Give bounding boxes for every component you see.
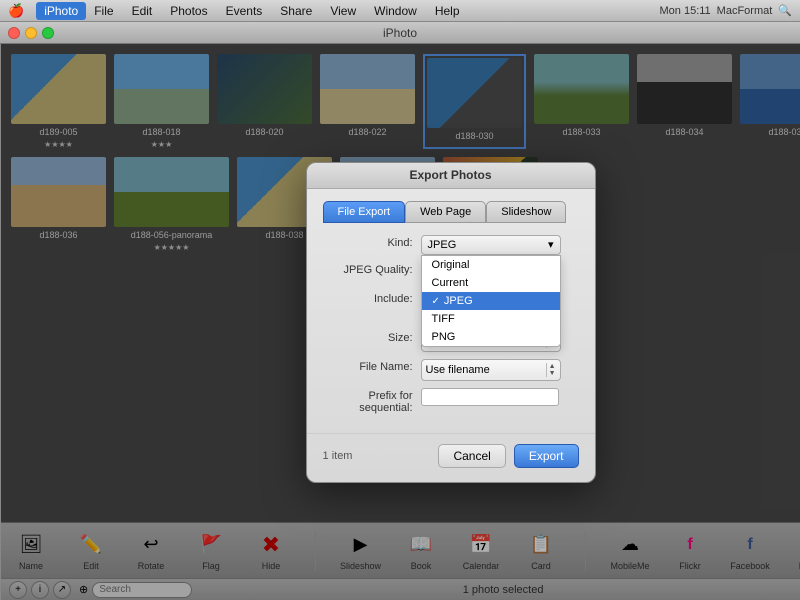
dialog-buttons: Cancel Export <box>438 444 578 468</box>
maximize-button[interactable] <box>42 27 54 39</box>
include-label: Include: <box>323 291 413 305</box>
stepper-up-icon[interactable]: ▲ <box>549 363 556 370</box>
menu-item-help[interactable]: Help <box>427 2 468 20</box>
kind-dropdown-btn[interactable]: JPEG ▾ <box>421 235 561 255</box>
chevron-down-icon: ▾ <box>548 238 554 251</box>
apple-logo-icon[interactable]: 🍎 <box>8 3 24 19</box>
menu-item-file[interactable]: File <box>86 2 121 20</box>
filename-label: File Name: <box>323 359 413 373</box>
prefix-control <box>421 388 579 406</box>
tab-file-export[interactable]: File Export <box>323 201 406 223</box>
kind-dropdown[interactable]: JPEG ▾ Original Current ✓JPEG <box>421 235 579 255</box>
menu-bar: 🍎 iPhoto File Edit Photos Events Share V… <box>0 0 800 22</box>
tab-web-page[interactable]: Web Page <box>405 201 486 223</box>
minimize-button[interactable] <box>25 27 37 39</box>
close-button[interactable] <box>8 27 20 39</box>
item-count: 1 item <box>323 450 353 462</box>
dialog-tabs: File Export Web Page Slideshow <box>323 201 579 223</box>
dialog-content: File Export Web Page Slideshow Kind: JPE… <box>307 189 595 433</box>
filename-control: Use filename ▲ ▼ <box>421 359 579 381</box>
jpeg-quality-label: JPEG Quality: <box>323 262 413 276</box>
app-window: iPhoto LIBRARY 📅 Events (140) 🖼 Photos (… <box>0 22 800 600</box>
prefix-label: Prefix for sequential: <box>323 388 413 414</box>
filename-value: Use filename <box>426 364 490 376</box>
menu-time: Mon 15:11 <box>660 5 711 17</box>
kind-label: Kind: <box>323 235 413 249</box>
cancel-button[interactable]: Cancel <box>438 444 505 468</box>
modal-overlay: Export Photos File Export Web Page Slide… <box>1 44 800 600</box>
menu-items: File Edit Photos Events Share View Windo… <box>86 2 467 20</box>
window-controls <box>8 27 54 39</box>
dialog-title: Export Photos <box>410 168 492 182</box>
size-label: Size: <box>323 330 413 344</box>
prefix-row: Prefix for sequential: <box>323 388 579 414</box>
kind-dropdown-options: Original Current ✓JPEG TIFF PNG <box>421 255 561 347</box>
dialog-title-bar: Export Photos <box>307 163 595 189</box>
filename-row: File Name: Use filename ▲ ▼ <box>323 359 579 381</box>
menu-right: Mon 15:11 MacFormat 🔍 <box>660 4 793 17</box>
menu-item-window[interactable]: Window <box>366 2 425 20</box>
dialog-footer: 1 item Cancel Export <box>307 433 595 482</box>
prefix-input[interactable] <box>421 388 559 406</box>
filename-stepper: ▲ ▼ <box>546 363 556 377</box>
search-icon[interactable]: 🔍 <box>778 4 792 17</box>
kind-control: JPEG ▾ Original Current ✓JPEG <box>421 235 579 255</box>
tab-slideshow[interactable]: Slideshow <box>486 201 566 223</box>
filename-selector[interactable]: Use filename ▲ ▼ <box>421 359 561 381</box>
menu-magazine: MacFormat <box>717 5 773 17</box>
menu-item-photos[interactable]: Photos <box>162 2 215 20</box>
menu-item-events[interactable]: Events <box>218 2 271 20</box>
content-area: LIBRARY 📅 Events (140) 🖼 Photos (18,483)… <box>0 44 800 600</box>
kind-option-jpeg[interactable]: ✓JPEG <box>422 292 560 310</box>
kind-option-current[interactable]: Current <box>422 274 560 292</box>
photo-area: d189-005 ★★★★ d188-018 ★★★ d188-020 d188… <box>1 44 800 600</box>
kind-option-png[interactable]: PNG <box>422 328 560 346</box>
kind-selected-value: JPEG <box>428 239 457 251</box>
window-title: iPhoto <box>383 26 417 40</box>
menu-item-share[interactable]: Share <box>272 2 320 20</box>
title-bar: iPhoto <box>0 22 800 44</box>
kind-option-original[interactable]: Original <box>422 256 560 274</box>
menu-item-iphoto[interactable]: iPhoto <box>36 2 86 20</box>
export-dialog: Export Photos File Export Web Page Slide… <box>306 162 596 483</box>
kind-row: Kind: JPEG ▾ Original Current <box>323 235 579 255</box>
menu-item-view[interactable]: View <box>322 2 364 20</box>
stepper-down-icon[interactable]: ▼ <box>549 370 556 377</box>
export-button[interactable]: Export <box>514 444 579 468</box>
menu-item-edit[interactable]: Edit <box>124 2 161 20</box>
kind-option-tiff[interactable]: TIFF <box>422 310 560 328</box>
